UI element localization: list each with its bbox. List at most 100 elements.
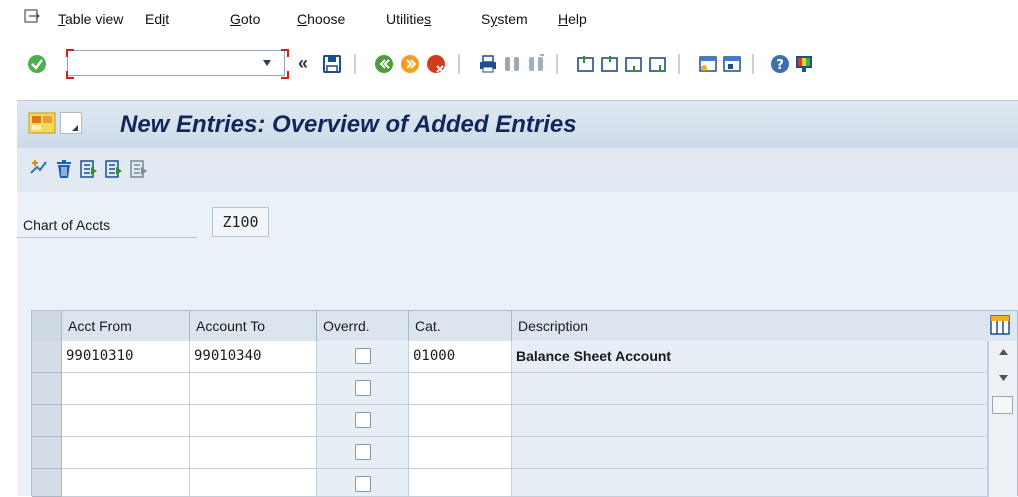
toolbar-separator xyxy=(752,54,754,74)
cell-acct-from[interactable] xyxy=(62,469,190,497)
command-field-corner xyxy=(66,71,74,79)
application-toolbar xyxy=(17,148,1018,192)
previous-page-icon[interactable] xyxy=(600,54,620,74)
overrd-checkbox[interactable] xyxy=(355,476,371,492)
chart-of-accts-field[interactable]: Z100 xyxy=(212,207,269,237)
cell-acct-from[interactable]: 99010310 xyxy=(62,341,190,373)
cell-overrd xyxy=(317,373,409,405)
deselect-all-icon[interactable] xyxy=(129,159,149,179)
cell-cat[interactable] xyxy=(409,469,512,497)
scroll-down-icon[interactable] xyxy=(999,375,1008,381)
cell-overrd xyxy=(317,437,409,469)
table-settings-icon[interactable] xyxy=(990,315,1010,335)
cell-overrd xyxy=(317,405,409,437)
cell-description xyxy=(512,437,988,469)
vertical-scrollbar[interactable] xyxy=(988,341,1017,497)
cell-description: Balance Sheet Account xyxy=(512,341,988,373)
create-session-icon[interactable] xyxy=(698,54,718,74)
menu-help[interactable]: Help xyxy=(558,11,587,27)
svg-text:?: ? xyxy=(776,58,784,73)
menu-exit-icon[interactable] xyxy=(24,9,40,23)
overrd-checkbox[interactable] xyxy=(355,348,371,364)
toolbar-separator xyxy=(678,54,680,74)
scroll-thumb[interactable] xyxy=(992,396,1013,414)
delete-icon[interactable] xyxy=(54,159,74,179)
back-icon[interactable] xyxy=(374,54,394,74)
row-selector[interactable] xyxy=(32,469,62,497)
exit-icon[interactable] xyxy=(400,54,420,74)
toolbar-separator xyxy=(354,54,356,74)
shortcut-icon[interactable] xyxy=(722,54,742,74)
dropdown-arrow-icon xyxy=(72,125,78,131)
cell-cat[interactable] xyxy=(409,373,512,405)
chart-of-accts-label: Chart of Accts xyxy=(17,208,197,238)
menu-dropdown[interactable] xyxy=(60,112,82,134)
row-selector[interactable] xyxy=(32,437,62,469)
cell-account-to[interactable] xyxy=(190,437,317,469)
row-selector[interactable] xyxy=(32,341,62,373)
command-field-corner xyxy=(281,71,289,79)
overrd-checkbox[interactable] xyxy=(355,380,371,396)
help-icon[interactable]: ? xyxy=(770,54,790,74)
column-header-account-to[interactable]: Account To xyxy=(190,311,317,341)
column-header-description[interactable]: Description xyxy=(512,311,988,341)
menu-icon[interactable] xyxy=(28,112,56,134)
command-field[interactable] xyxy=(67,50,285,76)
cell-account-to[interactable] xyxy=(190,405,317,437)
select-all-icon[interactable] xyxy=(79,159,99,179)
toolbar-separator xyxy=(458,54,460,74)
column-header-cat[interactable]: Cat. xyxy=(409,311,512,341)
row-selector[interactable] xyxy=(32,373,62,405)
row-selector[interactable] xyxy=(32,405,62,437)
find-icon[interactable] xyxy=(502,54,522,74)
cell-cat[interactable] xyxy=(409,405,512,437)
scroll-up-icon[interactable] xyxy=(999,349,1008,355)
menu-utilities[interactable]: Utilities xyxy=(386,11,431,27)
print-icon[interactable] xyxy=(478,54,498,74)
cell-acct-from[interactable] xyxy=(62,373,190,405)
column-header-overrd[interactable]: Overrd. xyxy=(317,311,409,341)
command-field-corner xyxy=(281,49,289,57)
cell-description xyxy=(512,405,988,437)
next-page-icon[interactable] xyxy=(624,54,644,74)
save-icon[interactable] xyxy=(322,54,342,74)
display-change-icon[interactable] xyxy=(29,159,49,179)
menu-table-view-rest: able view xyxy=(65,11,124,27)
page-title: New Entries: Overview of Added Entries xyxy=(120,111,577,138)
overrd-checkbox[interactable] xyxy=(355,444,371,460)
cell-account-to[interactable]: 99010340 xyxy=(190,341,317,373)
entries-table: Acct From Account To Overrd. Cat. Descri… xyxy=(31,310,1018,497)
menu-goto[interactable]: Goto xyxy=(230,11,260,27)
more-button[interactable]: « xyxy=(298,53,308,74)
cell-overrd xyxy=(317,469,409,497)
cell-description xyxy=(512,469,988,497)
toolbar-separator xyxy=(556,54,558,74)
column-header-acct-from[interactable]: Acct From xyxy=(62,311,190,341)
menu-bar: Table view Edit Goto Choose Utilities Sy… xyxy=(0,0,1018,38)
menu-choose[interactable]: Choose xyxy=(297,11,345,27)
cell-account-to[interactable] xyxy=(190,373,317,405)
command-dropdown-icon[interactable] xyxy=(262,59,272,67)
cell-cat[interactable]: 01000 xyxy=(409,341,512,373)
cell-acct-from[interactable] xyxy=(62,405,190,437)
customize-layout-icon[interactable] xyxy=(794,54,814,74)
cell-acct-from[interactable] xyxy=(62,437,190,469)
command-field-corner xyxy=(66,49,74,57)
menu-system[interactable]: System xyxy=(481,11,528,27)
overrd-checkbox[interactable] xyxy=(355,412,371,428)
command-input[interactable] xyxy=(74,54,258,74)
menu-table-view[interactable]: Table view xyxy=(58,11,123,27)
cell-description xyxy=(512,373,988,405)
select-all-rows[interactable] xyxy=(32,311,62,341)
cell-overrd xyxy=(317,341,409,373)
find-next-icon[interactable] xyxy=(526,54,546,74)
first-page-icon[interactable] xyxy=(576,54,596,74)
title-bar: New Entries: Overview of Added Entries xyxy=(17,100,1018,149)
select-block-icon[interactable] xyxy=(104,159,124,179)
menu-edit[interactable]: Edit xyxy=(145,11,169,27)
last-page-icon[interactable] xyxy=(648,54,668,74)
cancel-icon[interactable] xyxy=(426,54,446,74)
cell-cat[interactable] xyxy=(409,437,512,469)
enter-icon[interactable] xyxy=(27,54,47,74)
cell-account-to[interactable] xyxy=(190,469,317,497)
